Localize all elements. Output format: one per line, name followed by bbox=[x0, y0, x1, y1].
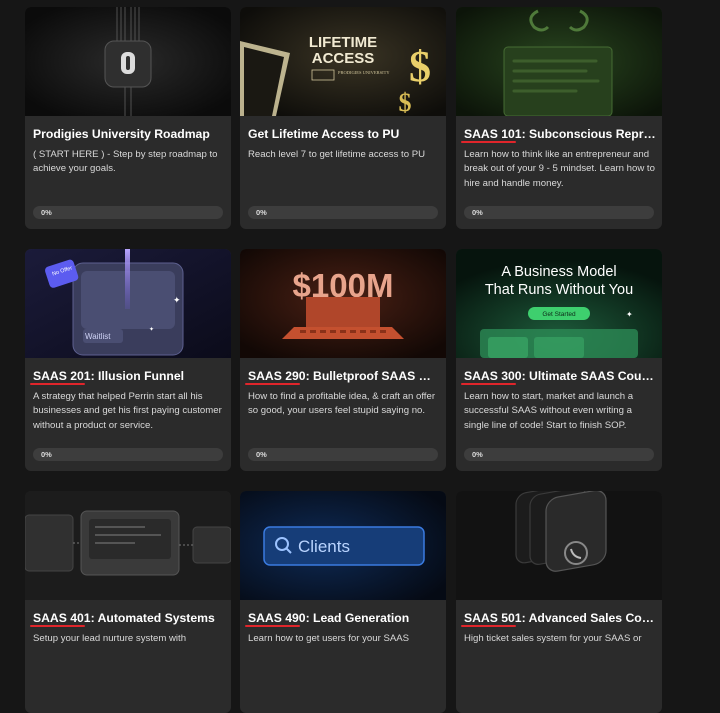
course-thumbnail: Waitlist No Offer ✦ ✦ bbox=[25, 249, 231, 358]
course-description: Reach level 7 to get lifetime access to … bbox=[248, 149, 426, 160]
thumbnail-search-text: Clients bbox=[298, 537, 350, 556]
sparkle-icon: ✦ bbox=[173, 295, 181, 305]
course-thumbnail bbox=[456, 7, 662, 116]
progress-bar: 0% bbox=[248, 448, 438, 461]
course-description: Learn how to think like an entrepreneur … bbox=[464, 149, 655, 189]
progress-label: 0% bbox=[472, 450, 483, 459]
course-description: A strategy that helped Perrin start all … bbox=[33, 391, 222, 431]
course-card-saas-300[interactable]: A Business Model That Runs Without You G… bbox=[456, 249, 662, 471]
title-underline bbox=[245, 383, 300, 385]
thumbnail-brand: PRODIGIES UNIVERSITY bbox=[338, 70, 390, 75]
progress-label: 0% bbox=[472, 208, 483, 217]
sparkle-icon: ✦ bbox=[149, 326, 154, 333]
course-thumbnail: $100M bbox=[240, 249, 446, 358]
progress-bar: 0% bbox=[33, 206, 223, 219]
course-title: SAAS 490: Lead Generation bbox=[248, 611, 410, 625]
progress-bar: 0% bbox=[248, 206, 438, 219]
title-underline bbox=[461, 625, 516, 627]
progress-bar: 0% bbox=[33, 448, 223, 461]
course-thumbnail: LIFETIME ACCESS PRODIGIES UNIVERSITY $ $ bbox=[240, 7, 446, 116]
title-underline bbox=[30, 625, 85, 627]
course-card-saas-490[interactable]: Clients SAAS 490: Lead Generation Learn … bbox=[240, 491, 446, 713]
course-description: Setup your lead nurture system with bbox=[33, 633, 187, 644]
course-title: SAAS 101: Subconscious Reprogr... bbox=[464, 127, 656, 141]
course-title: SAAS 201: Illusion Funnel bbox=[33, 369, 185, 383]
course-description: Learn how to start, market and launch a … bbox=[464, 391, 634, 431]
course-card-saas-101[interactable]: SAAS 101: Subconscious Reprogr... Learn … bbox=[456, 7, 662, 229]
thumbnail-headline-1: A Business Model bbox=[501, 264, 616, 280]
course-description: High ticket sales system for your SAAS o… bbox=[464, 633, 642, 644]
course-thumbnail bbox=[25, 7, 231, 116]
dollar-icon: $ bbox=[409, 42, 431, 91]
course-thumbnail bbox=[456, 491, 662, 600]
sparkle-icon: ✦ bbox=[626, 310, 633, 319]
dollar-icon: $ bbox=[399, 88, 412, 116]
course-title: Prodigies University Roadmap bbox=[33, 127, 210, 141]
course-card-saas-501[interactable]: SAAS 501: Advanced Sales Course High tic… bbox=[456, 491, 662, 713]
title-underline bbox=[461, 383, 516, 385]
course-card-roadmap[interactable]: Prodigies University Roadmap ( START HER… bbox=[25, 7, 231, 229]
course-card-saas-290[interactable]: $100M SAAS 290: Bulletproof SAAS Offer H… bbox=[240, 249, 446, 471]
course-card-lifetime-access[interactable]: LIFETIME ACCESS PRODIGIES UNIVERSITY $ $… bbox=[240, 7, 446, 229]
thumbnail-tag: Waitlist bbox=[85, 332, 111, 341]
thumbnail-headline-2: That Runs Without You bbox=[485, 282, 633, 298]
course-thumbnail: A Business Model That Runs Without You G… bbox=[456, 249, 662, 358]
progress-label: 0% bbox=[41, 450, 52, 459]
title-underline bbox=[461, 141, 516, 143]
course-thumbnail: Clients bbox=[240, 491, 446, 600]
course-thumbnail bbox=[25, 491, 231, 600]
progress-label: 0% bbox=[41, 208, 52, 217]
progress-label: 0% bbox=[256, 450, 267, 459]
course-title: SAAS 300: Ultimate SAAS Course bbox=[464, 369, 656, 383]
course-description: How to find a profitable idea, & craft a… bbox=[248, 391, 436, 417]
course-title: Get Lifetime Access to PU bbox=[248, 127, 400, 141]
course-title: SAAS 501: Advanced Sales Course bbox=[464, 611, 656, 625]
progress-label: 0% bbox=[256, 208, 267, 217]
title-underline bbox=[30, 383, 85, 385]
title-underline bbox=[245, 625, 300, 627]
course-title: SAAS 401: Automated Systems bbox=[33, 611, 215, 625]
course-description: ( START HERE ) - Step by step roadmap to… bbox=[33, 149, 218, 175]
progress-bar: 0% bbox=[464, 448, 654, 461]
thumbnail-button: Get Started bbox=[542, 311, 576, 318]
progress-bar: 0% bbox=[464, 206, 654, 219]
course-description: Learn how to get users for your SAAS bbox=[248, 633, 410, 644]
thumbnail-headline-2: ACCESS bbox=[312, 50, 375, 67]
course-card-saas-401[interactable]: SAAS 401: Automated Systems Setup your l… bbox=[25, 491, 231, 713]
course-title: SAAS 290: Bulletproof SAAS Offer bbox=[248, 369, 440, 383]
course-card-saas-201[interactable]: Waitlist No Offer ✦ ✦ SAAS 201: Illusion… bbox=[25, 249, 231, 471]
thumbnail-headline-1: LIFETIME bbox=[309, 34, 377, 51]
